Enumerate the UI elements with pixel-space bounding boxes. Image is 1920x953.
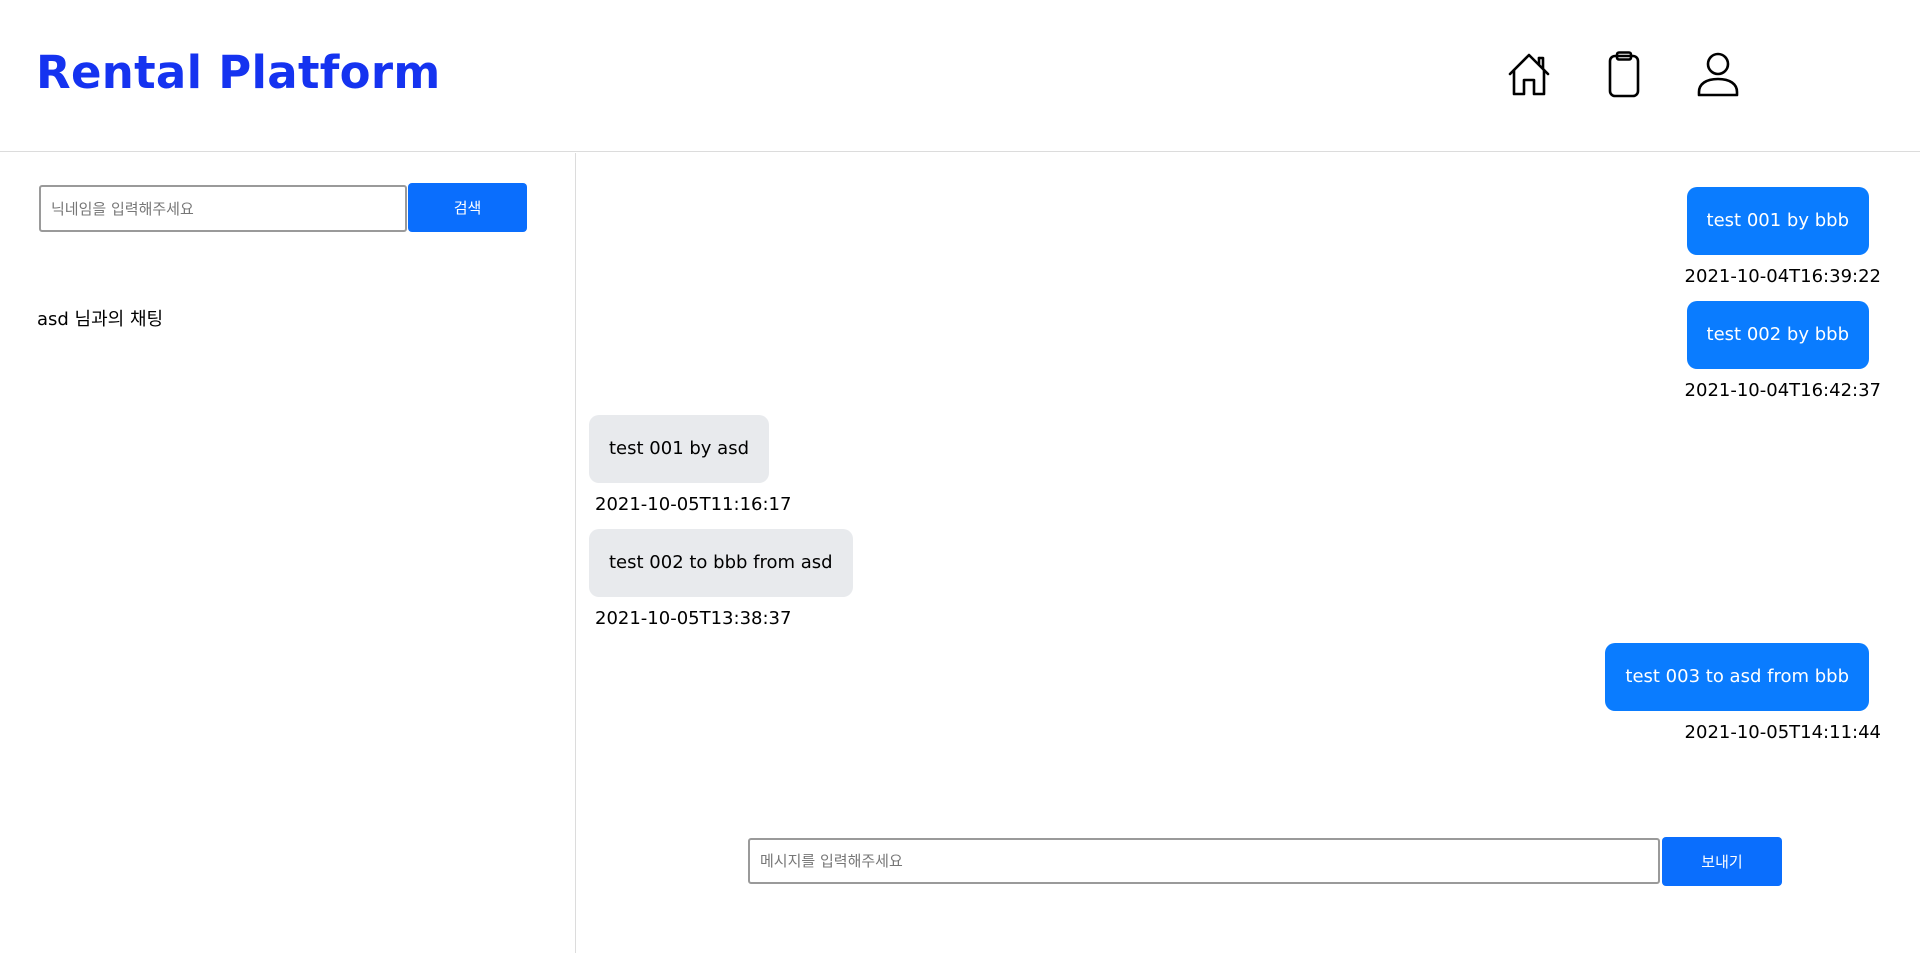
message-input[interactable] — [748, 838, 1660, 884]
clipboard-icon[interactable] — [1600, 50, 1648, 98]
message-bubble: test 003 to asd from bbb — [1605, 643, 1869, 711]
message-bubble: test 002 by bbb — [1686, 301, 1869, 369]
message-bubble: test 001 by asd — [589, 415, 770, 483]
message-timestamp: 2021-10-04T16:39:22 — [1684, 266, 1881, 287]
message-timestamp: 2021-10-05T13:38:37 — [595, 608, 792, 629]
brand-title[interactable]: Rental Platform — [36, 46, 441, 99]
message-timestamp: 2021-10-05T14:11:44 — [1684, 722, 1881, 743]
message-text: test 003 to asd from bbb — [1605, 643, 1869, 711]
send-button[interactable]: 보내기 — [1662, 837, 1782, 886]
message-timestamp: 2021-10-04T16:42:37 — [1684, 380, 1881, 401]
message-timestamp: 2021-10-05T11:16:17 — [595, 494, 792, 515]
message-text: test 001 by asd — [589, 415, 770, 483]
message-text: test 001 by bbb — [1686, 187, 1869, 255]
message-bubble: test 002 to bbb from asd — [589, 529, 853, 597]
chat-room-item[interactable]: asd 님과의 채팅 — [37, 305, 163, 331]
search-button[interactable]: 검색 — [408, 183, 527, 232]
sidebar: 검색 asd 님과의 채팅 — [0, 153, 576, 953]
message-text: test 002 to bbb from asd — [589, 529, 853, 597]
user-icon[interactable] — [1694, 50, 1742, 98]
home-icon[interactable] — [1505, 50, 1553, 98]
message-text: test 002 by bbb — [1686, 301, 1869, 369]
chat-area: test 001 by bbb 2021-10-04T16:39:22 test… — [577, 153, 1920, 953]
nickname-search-input[interactable] — [39, 185, 407, 232]
message-bubble: test 001 by bbb — [1686, 187, 1869, 255]
header: Rental Platform — [0, 0, 1920, 152]
